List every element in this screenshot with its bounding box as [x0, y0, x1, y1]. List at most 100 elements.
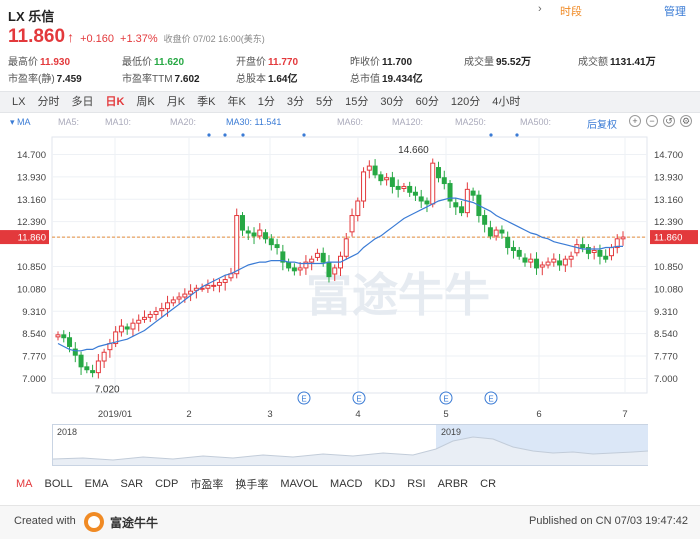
- top-event-dot: [241, 133, 245, 137]
- published-time: Published on CN 07/03 19:47:42: [528, 515, 688, 527]
- candle-body: [424, 200, 430, 205]
- top-event-dot: [302, 133, 306, 137]
- candle-body: [378, 174, 384, 182]
- reset-icon[interactable]: ↺: [663, 115, 675, 127]
- candle-body: [239, 215, 245, 231]
- indicator-tab-11[interactable]: ARBR: [432, 478, 475, 490]
- candle-body: [205, 284, 211, 289]
- candle-body: [436, 167, 442, 179]
- tab-period-0[interactable]: LX: [6, 92, 31, 112]
- y-tick-left: 12.390: [17, 217, 46, 228]
- y-tick-left: 8.540: [22, 329, 46, 340]
- indicator-tab-6[interactable]: 换手率: [229, 476, 274, 492]
- tab-period-11[interactable]: 15分: [339, 92, 374, 112]
- zoom-in-icon[interactable]: +: [629, 115, 641, 127]
- candle-body: [95, 360, 101, 374]
- top-event-dot: [223, 133, 227, 137]
- candle-body: [286, 261, 292, 269]
- tab-period-13[interactable]: 60分: [410, 92, 445, 112]
- indicator-tab-5[interactable]: 市盈率: [184, 476, 229, 492]
- y-tick-right: 10.850: [654, 262, 683, 273]
- candle-body: [90, 370, 96, 374]
- stats-panel: 最高价 11.930 最低价 11.620 开盘价 11.770 昨收价 11.700 …: [8, 52, 698, 86]
- tab-period-8[interactable]: 1分: [252, 92, 281, 112]
- y-tick-right: 8.540: [654, 329, 678, 340]
- earnings-marker-label: E: [301, 395, 306, 404]
- y-tick-right: 7.000: [654, 374, 678, 385]
- indicator-more-icon[interactable]: ›: [538, 3, 542, 15]
- candle-body: [170, 299, 176, 304]
- footer: Created with 富途牛牛 Published on CN 07/03 …: [0, 505, 700, 539]
- manage-button[interactable]: 管理: [664, 3, 686, 19]
- zoom-out-icon[interactable]: −: [646, 115, 658, 127]
- indicator-tab-7[interactable]: MAVOL: [274, 478, 324, 490]
- indicator-tab-0[interactable]: MA: [10, 478, 39, 490]
- navigator-label-2018: 2018: [57, 427, 78, 437]
- range-navigator[interactable]: 2018 2019: [52, 424, 649, 466]
- candle-body: [522, 257, 528, 263]
- ma30-label: MA30: 11.541: [226, 117, 282, 127]
- chart-window: LX 乐信 11.860 ↑ +0.160 +1.37% 收盘价 07/02 1…: [0, 0, 700, 539]
- candle-body: [574, 244, 580, 254]
- tab-period-5[interactable]: 月K: [161, 92, 191, 112]
- tab-period-12[interactable]: 30分: [374, 92, 409, 112]
- adjust-button[interactable]: 后复权: [587, 116, 617, 131]
- candle-body: [147, 313, 153, 318]
- time-segment-button[interactable]: 时段: [560, 3, 582, 19]
- candle-body: [389, 177, 395, 187]
- indicator-tab-12[interactable]: CR: [474, 478, 502, 490]
- candle-body: [493, 229, 499, 237]
- candle-body: [124, 326, 130, 330]
- candle-body: [153, 311, 159, 315]
- candle-body: [430, 162, 436, 205]
- candle-body: [557, 260, 563, 266]
- y-tick-right: 13.160: [654, 195, 683, 206]
- indicator-tab-9[interactable]: KDJ: [368, 478, 401, 490]
- navigator-area: [53, 436, 649, 465]
- tab-period-6[interactable]: 季K: [191, 92, 221, 112]
- tab-period-9[interactable]: 3分: [281, 92, 310, 112]
- candle-body: [274, 244, 280, 249]
- stats-row-2: 市盈率(静) 7.459 市盈率TTM 7.602 总股本 1.64亿 总市值 19.4…: [8, 69, 698, 86]
- settings-icon[interactable]: ⚙: [680, 115, 692, 127]
- max-price-label: 14.660: [398, 145, 429, 156]
- kline-svg: 14.700 14.700 13.930 13.930 13.160 13.160 12.3…: [0, 133, 698, 420]
- current-price: 11.860: [8, 26, 66, 47]
- candle-body: [182, 293, 188, 298]
- tab-period-14[interactable]: 120分: [445, 92, 486, 112]
- candle-body: [534, 258, 540, 269]
- watermark: 富途牛牛: [306, 268, 490, 322]
- price-change: +0.160: [80, 33, 115, 45]
- indicator-tab-2[interactable]: EMA: [79, 478, 115, 490]
- indicator-tab-8[interactable]: MACD: [324, 478, 368, 490]
- candle-body: [516, 249, 522, 257]
- tab-period-3[interactable]: 日K: [99, 92, 130, 112]
- candle-body: [539, 264, 545, 268]
- y-tick-left: 14.700: [17, 150, 46, 161]
- stock-title: LX 乐信: [8, 9, 55, 24]
- top-event-dot: [489, 133, 493, 137]
- candle-body: [159, 308, 165, 312]
- tab-period-1[interactable]: 分时: [31, 92, 65, 112]
- stat-volume: 成交量 95.52万: [464, 57, 532, 68]
- stat-low: 最低价 11.620: [122, 57, 185, 68]
- indicator-tab-10[interactable]: RSI: [401, 478, 431, 490]
- candle-body: [487, 227, 493, 237]
- tab-period-15[interactable]: 4小时: [486, 92, 526, 112]
- ma-toggle[interactable]: ▾ MA: [10, 117, 31, 128]
- tab-period-4[interactable]: 周K: [130, 92, 160, 112]
- x-tick-label: 5: [443, 409, 448, 420]
- candle-body: [620, 236, 626, 240]
- indicator-tab-3[interactable]: SAR: [114, 478, 149, 490]
- candle-body: [211, 284, 217, 287]
- candle-body: [55, 334, 61, 338]
- tab-period-7[interactable]: 年K: [221, 92, 251, 112]
- tab-period-2[interactable]: 多日: [65, 92, 99, 112]
- candle-body: [591, 249, 597, 253]
- kline-chart[interactable]: 14.700 14.700 13.930 13.930 13.160 13.160 12.3…: [0, 131, 700, 421]
- candle-body: [61, 334, 67, 339]
- indicator-tab-4[interactable]: CDP: [149, 478, 184, 490]
- tab-period-10[interactable]: 5分: [310, 92, 339, 112]
- indicator-tab-1[interactable]: BOLL: [39, 478, 79, 490]
- y-tick-right: 10.080: [654, 284, 683, 295]
